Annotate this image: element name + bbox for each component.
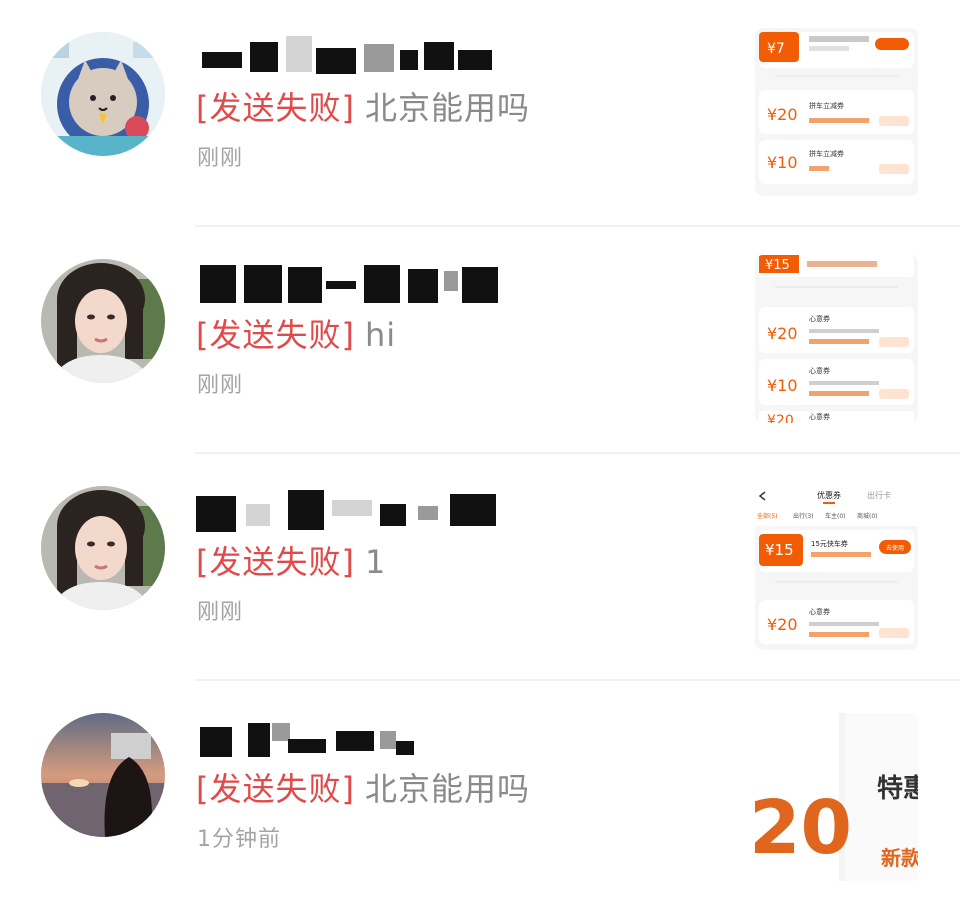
contact-name-pixelated bbox=[196, 30, 516, 80]
contact-name-pixelated bbox=[196, 711, 516, 761]
conversation-row[interactable]: [发送失败] 北京能用吗 1分钟前 20 特惠 新款 bbox=[0, 681, 960, 908]
send-failed-label: [发送失败] bbox=[196, 543, 355, 581]
side-text-2: 新款 bbox=[881, 846, 918, 870]
item-title-1: 心意券 bbox=[809, 607, 830, 616]
item-title-1: 心意券 bbox=[809, 314, 830, 323]
sunset-avatar[interactable] bbox=[41, 713, 165, 837]
conversation-row[interactable]: [发送失败] 1 刚刚 优惠券 出行卡 全部(5) 出行(3) 车主(0) 商城(… bbox=[0, 454, 960, 681]
last-message: [发送失败] 北京能用吗 bbox=[196, 86, 530, 130]
timestamp: 刚刚 bbox=[197, 373, 244, 398]
item-title-2: 拼车立减券 bbox=[809, 149, 844, 158]
sunset-avatar-image bbox=[41, 713, 165, 837]
last-message: [发送失败] 1 bbox=[196, 540, 386, 584]
send-failed-label: [发送失败] bbox=[196, 316, 355, 354]
timestamp: 刚刚 bbox=[197, 600, 244, 625]
woman-avatar[interactable] bbox=[41, 259, 165, 383]
filter-travel: 出行(3) bbox=[793, 512, 814, 520]
coupon-screenshot-thumbnail[interactable]: ¥15 ¥20 心意券 ¥10 心意券 ¥20 心意券 bbox=[755, 255, 918, 423]
promo-image: 20 特惠 新款 bbox=[755, 713, 918, 881]
woman-avatar-image bbox=[41, 486, 165, 610]
send-failed-label: [发送失败] bbox=[196, 89, 355, 127]
woman-avatar[interactable] bbox=[41, 486, 165, 610]
filter-mall: 商城(0) bbox=[857, 512, 878, 520]
tab-coupons: 优惠券 bbox=[817, 490, 841, 500]
timestamp: 1分钟前 bbox=[197, 827, 281, 852]
tab-travel-card: 出行卡 bbox=[867, 490, 891, 500]
promo-screenshot-thumbnail[interactable]: 20 特惠 新款 bbox=[755, 713, 918, 881]
message-text: hi bbox=[364, 316, 397, 354]
message-text: 北京能用吗 bbox=[364, 770, 530, 808]
filter-all: 全部(5) bbox=[757, 512, 778, 520]
contact-name-pixelated bbox=[196, 484, 516, 534]
cat-avatar-image bbox=[41, 32, 165, 156]
woman-avatar-image bbox=[41, 259, 165, 383]
last-message: [发送失败] 北京能用吗 bbox=[196, 767, 530, 811]
coupon-screenshot-thumbnail[interactable]: 优惠券 出行卡 全部(5) 出行(3) 车主(0) 商城(0) ¥15 15元快… bbox=[755, 482, 918, 650]
message-text: 北京能用吗 bbox=[364, 89, 530, 127]
amount-2: ¥10 bbox=[767, 153, 798, 172]
timestamp: 刚刚 bbox=[197, 146, 244, 171]
amount-1: ¥20 bbox=[767, 105, 798, 124]
badge-text: ¥15 bbox=[765, 541, 794, 559]
message-text: 1 bbox=[364, 543, 387, 581]
amount-3: ¥20 bbox=[767, 413, 794, 423]
use-button: 去使用 bbox=[886, 544, 904, 552]
send-failed-label: [发送失败] bbox=[196, 770, 355, 808]
filter-driver: 车主(0) bbox=[825, 512, 846, 520]
item-title-1: 拼车立减券 bbox=[809, 101, 844, 110]
contact-name-pixelated bbox=[196, 257, 516, 307]
coupon-screenshot-thumbnail[interactable]: ¥7 ¥20 拼车立减券 ¥10 拼车立减券 bbox=[755, 28, 918, 196]
coupon-title: 15元快车券 bbox=[811, 539, 848, 548]
conversation-row[interactable]: [发送失败] hi 刚刚 ¥15 ¥20 心意券 ¥10 心意券 ¥20 心意券 bbox=[0, 227, 960, 454]
coupon-page-image: 优惠券 出行卡 全部(5) 出行(3) 车主(0) 商城(0) ¥15 15元快… bbox=[755, 482, 918, 650]
amount-1: ¥20 bbox=[767, 615, 798, 634]
badge-text: ¥7 bbox=[767, 41, 785, 57]
big-number: 20 bbox=[755, 785, 852, 871]
last-message: [发送失败] hi bbox=[196, 313, 396, 357]
item-title-3: 心意券 bbox=[809, 412, 830, 421]
item-title-2: 心意券 bbox=[809, 366, 830, 375]
coupon-list-image: ¥7 ¥20 拼车立减券 ¥10 拼车立减券 bbox=[755, 28, 918, 196]
cat-avatar[interactable] bbox=[41, 32, 165, 156]
side-text: 特惠 bbox=[877, 773, 918, 804]
amount-2: ¥10 bbox=[767, 376, 798, 395]
amount-1: ¥20 bbox=[767, 324, 798, 343]
conversation-row[interactable]: [发送失败] 北京能用吗 刚刚 ¥7 ¥20 拼车立减券 ¥10 拼车立减券 bbox=[0, 0, 960, 227]
coupon-list-image: ¥15 ¥20 心意券 ¥10 心意券 ¥20 心意券 bbox=[755, 255, 918, 423]
badge-text: ¥15 bbox=[765, 258, 790, 273]
